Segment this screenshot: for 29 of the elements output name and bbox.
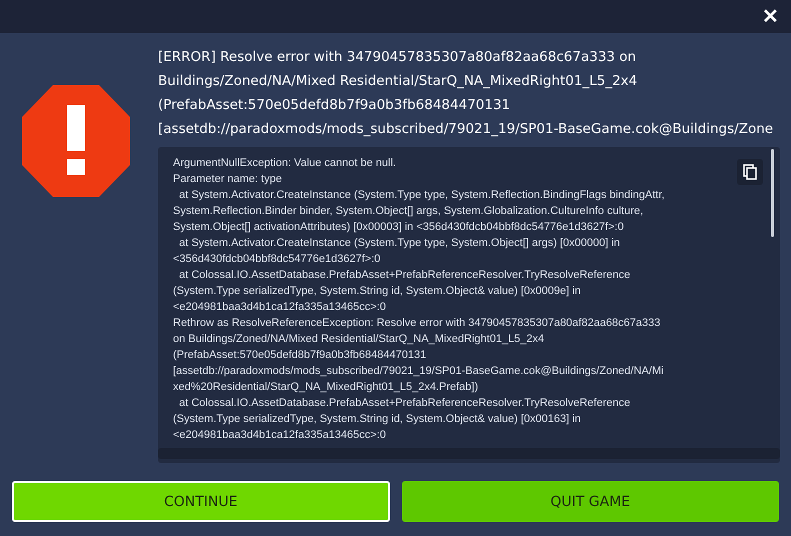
stack-trace-line: at System.Activator.CreateInstance (System.Type type, System.Reflection.BindingFlags bindingAttr, [178,188,665,203]
stack-trace-line: <e204981baa3d4b1ca12fa335a13465cc>:0 [173,300,386,315]
error-message-line: Buildings/Zoned/NA/Mixed Residential/StarQ_NA_MixedRight01_L5_2x4 [158,72,638,91]
stack-trace-line: (PrefabAsset:570e05defd8b7f9a0b3fb68484470131 [173,348,426,363]
stack-trace-line: Rethrow as ResolveReferenceException: Resolve error with 34790457835307a80af82aa68c67a333 [173,316,660,331]
error-message-line: [ERROR] Resolve error with 34790457835307a80af82aa68c67a333 on [158,48,636,67]
stack-trace-line: at Colossal.IO.AssetDatabase.PrefabAsset+PrefabReferenceResolver.TryResolveReference [178,268,630,283]
error-message-line: (PrefabAsset:570e05defd8b7f9a0b3fb68484470131 [158,96,510,115]
stack-trace-line: at Colossal.IO.AssetDatabase.PrefabAsset+PrefabReferenceResolver.TryResolveReference [178,396,630,411]
stack-trace-line: xed%20Residential/StarQ_NA_MixedRight01_L5_2x4.Prefab]) [173,380,478,395]
close-button[interactable]: ✕ [760,6,781,26]
stack-trace-line: at System.Activator.CreateInstance (System.Type type, System.Object[] args) [0x00000] in [178,236,620,251]
dialog-button[interactable]: QUIT GAME [402,481,779,522]
error-message-line: [assetdb://paradoxmods/mods_subscribed/79021_19/SP01-BaseGame.cok@Buildings/Zone [158,120,774,139]
copy-icon [743,164,757,180]
warning-icon [20,83,132,199]
dialog-button[interactable]: CONTINUE [12,481,390,522]
stack-trace-line: Parameter name: type [173,172,282,187]
horizontal-scrollbar[interactable] [158,448,780,459]
stack-trace-line: System.Object[] activationAttributes) [0x00003] in <356d430fdcb04bbf8dc54776e1d3627f>:0 [173,220,624,235]
stack-trace-line: <e204981baa3d4b1ca12fa335a13465cc>:0 [173,428,386,443]
stack-trace-line: System.Reflection.Binder binder, System.Object[] args, System.Globalization.CultureInfo culture, [173,204,644,219]
copy-button[interactable] [737,159,763,185]
stack-trace-line: on Buildings/Zoned/NA/Mixed Residential/StarQ_NA_MixedRight01_L5_2x4 [173,332,544,347]
stack-trace-line: (System.Type serializedType, System.String id, System.Object& value) [0x0009e] in [173,284,581,299]
stack-trace-line: ArgumentNullException: Value cannot be null. [173,156,396,171]
stack-trace-line: <356d430fdcb04bbf8dc54776e1d3627f>:0 [173,252,380,267]
stack-trace-line: [assetdb://paradoxmods/mods_subscribed/79021_19/SP01-BaseGame.cok@Buildings/Zoned/NA/Mi [173,364,664,379]
stack-trace-line: (System.Type serializedType, System.String id, System.Object& value) [0x00163] in [173,412,581,427]
